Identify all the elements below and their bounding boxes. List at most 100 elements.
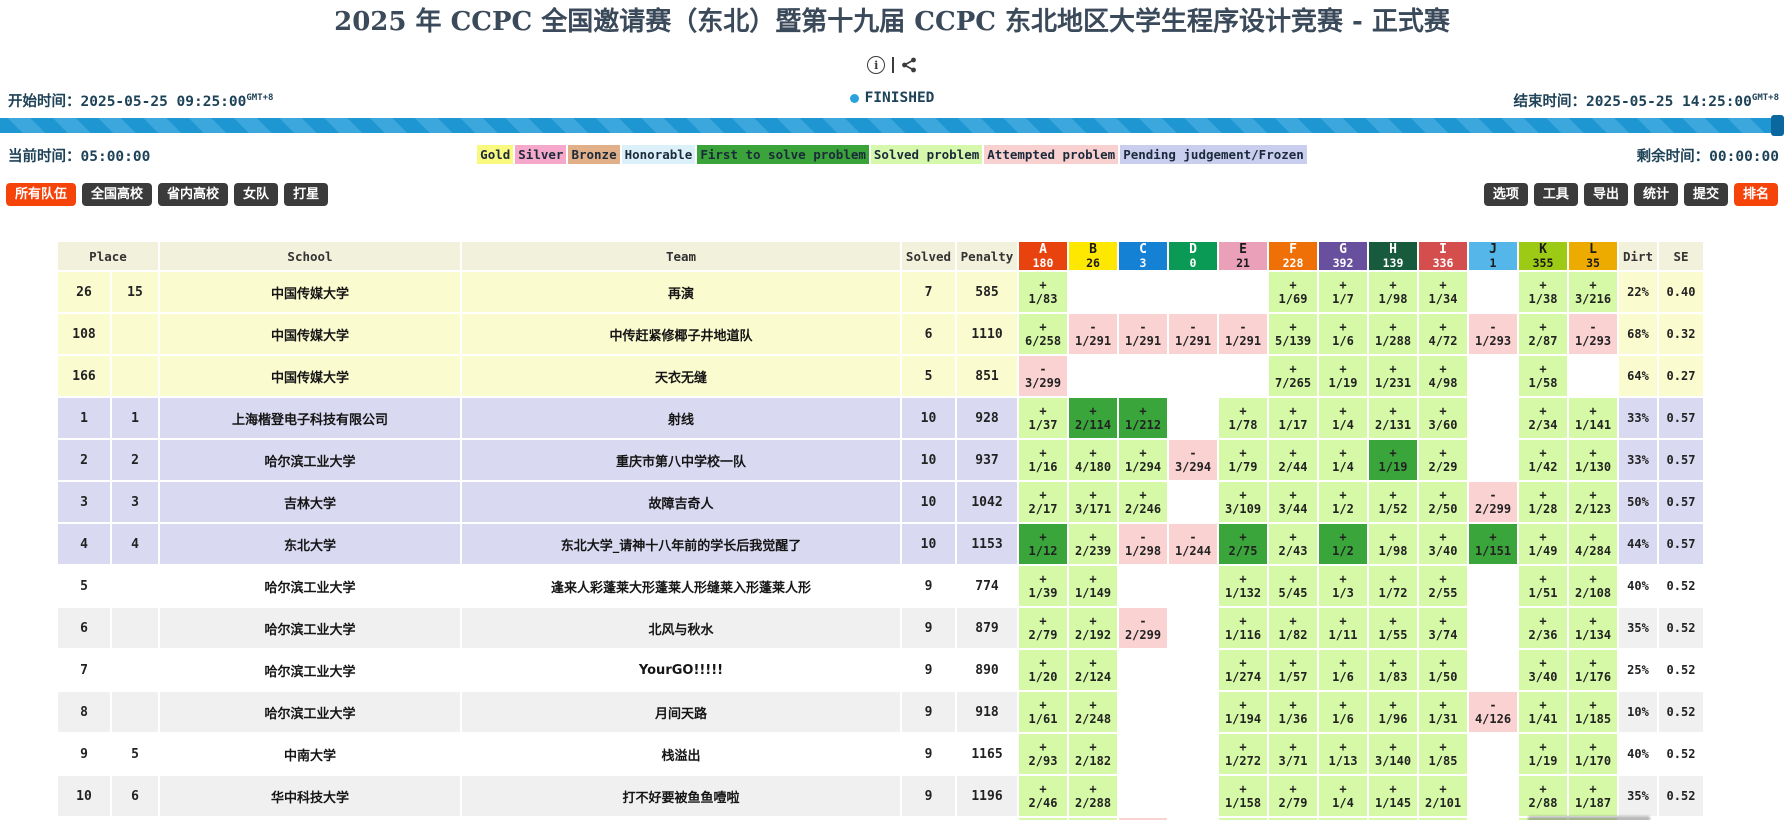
- problem-cell-C: [1119, 692, 1167, 732]
- filter-button[interactable]: 女队: [234, 183, 278, 206]
- dirt-cell: 35%: [1619, 776, 1657, 816]
- info-icon[interactable]: i: [867, 56, 885, 74]
- problem-cell-K: +1/28: [1519, 482, 1567, 522]
- problem-cell-B: +2/124: [1069, 650, 1117, 690]
- problem-cell-F: +1/36: [1269, 692, 1317, 732]
- se-cell: 0.32: [1659, 314, 1703, 354]
- problem-cell-A: +1/37: [1019, 398, 1067, 438]
- problem-cell-D: [1169, 566, 1217, 606]
- problem-cell-B: +2/288: [1069, 776, 1117, 816]
- team-row: 95中南大学栈溢出91165+2/93+2/182+1/272+3/71+1/1…: [58, 734, 1703, 774]
- school-cell: 哈尔滨工业大学: [160, 566, 460, 606]
- problem-cell-K: +1/58: [1519, 356, 1567, 396]
- problem-cell-L: +1/170: [1569, 734, 1617, 774]
- school-cell: 哈尔滨工业大学: [160, 440, 460, 480]
- problem-cell-L: +2/123: [1569, 482, 1617, 522]
- problem-cell-L: +1/130: [1569, 440, 1617, 480]
- se-cell: 0.52: [1659, 692, 1703, 732]
- col-header-problem-C: C3: [1119, 242, 1167, 270]
- team-cell[interactable]: 栈溢出: [462, 734, 900, 774]
- team-cell[interactable]: 北风与秋水: [462, 608, 900, 648]
- problem-cell-G: +1/4: [1319, 398, 1367, 438]
- team-cell[interactable]: 月间天路: [462, 692, 900, 732]
- col-header-problem-F: F228: [1269, 242, 1317, 270]
- progress-handle-icon[interactable]: [1771, 115, 1784, 136]
- problem-cell-B: +2/192: [1069, 608, 1117, 648]
- action-button[interactable]: 统计: [1634, 183, 1678, 206]
- school-rank-cell: [112, 608, 158, 648]
- col-header-problem-L: L35: [1569, 242, 1617, 270]
- contest-progress-bar[interactable]: [0, 118, 1784, 133]
- problem-cell-H: +1/288: [1369, 314, 1417, 354]
- solved-cell: 10: [902, 398, 955, 438]
- se-cell: 0.52: [1659, 776, 1703, 816]
- team-cell[interactable]: 逢来人彩蓬莱大形蓬莱人形缝莱入形蓬莱人形: [462, 566, 900, 606]
- problem-cell-A: -3/299: [1019, 356, 1067, 396]
- filter-button[interactable]: 所有队伍: [6, 183, 76, 206]
- action-button[interactable]: 排名: [1734, 183, 1778, 206]
- problem-cell-K: +3/40: [1519, 650, 1567, 690]
- school-rank-cell: [112, 356, 158, 396]
- solved-cell: 9: [902, 734, 955, 774]
- action-button[interactable]: 工具: [1534, 183, 1578, 206]
- problem-cell-F: +2/44: [1269, 440, 1317, 480]
- dirt-cell: 40%: [1619, 734, 1657, 774]
- team-cell[interactable]: 射线: [462, 398, 900, 438]
- penalty-cell: 918: [957, 692, 1017, 732]
- problem-cell-C: +2/246: [1119, 482, 1167, 522]
- legend-item: Honorable: [622, 145, 696, 164]
- team-cell[interactable]: YourGO!!!!!: [462, 650, 900, 690]
- action-button[interactable]: 选项: [1484, 183, 1528, 206]
- action-button[interactable]: 提交: [1684, 183, 1728, 206]
- problem-cell-A: +1/16: [1019, 440, 1067, 480]
- problem-cell-K: +1/42: [1519, 440, 1567, 480]
- team-row: 7哈尔滨工业大学YourGO!!!!!9890+1/20+2/124+1/274…: [58, 650, 1703, 690]
- place-cell: 8: [58, 692, 110, 732]
- team-cell[interactable]: 再演: [462, 272, 900, 312]
- dirt-cell: 22%: [1619, 272, 1657, 312]
- dirt-cell: 33%: [1619, 398, 1657, 438]
- place-cell: 10: [58, 776, 110, 816]
- se-cell: 0.27: [1659, 356, 1703, 396]
- share-icon[interactable]: [901, 57, 917, 73]
- action-buttons: 选项工具导出统计提交排名: [1484, 183, 1778, 206]
- legend-item: First to solve problem: [697, 145, 869, 164]
- penalty-cell: 774: [957, 566, 1017, 606]
- problem-cell-E: +1/194: [1219, 692, 1267, 732]
- problem-cell-D: [1169, 650, 1217, 690]
- filter-button[interactable]: 省内高校: [158, 183, 228, 206]
- solved-cell: 5: [902, 356, 955, 396]
- problem-cell-I: +3/40: [1419, 524, 1467, 564]
- dirt-cell: 50%: [1619, 482, 1657, 522]
- problem-cell-L: +1/134: [1569, 608, 1617, 648]
- team-cell[interactable]: 中传赶紧修椰子井地道队: [462, 314, 900, 354]
- penalty-cell: 928: [957, 398, 1017, 438]
- team-row: 106华中科技大学打不好要被鱼鱼噎啦91196+2/46+2/288+1/158…: [58, 776, 1703, 816]
- problem-cell-D: [1169, 692, 1217, 732]
- problem-cell-C: -2/299: [1119, 608, 1167, 648]
- problem-cell-J: [1469, 650, 1517, 690]
- team-cell[interactable]: 天衣无缝: [462, 356, 900, 396]
- team-cell[interactable]: 东北大学_请神十八年前的学长后我觉醒了: [462, 524, 900, 564]
- team-cell[interactable]: 故障吉奇人: [462, 482, 900, 522]
- dirt-cell: 35%: [1619, 608, 1657, 648]
- time-row: 开始时间：2025-05-25 09:25:00GMT+8 FINISHED 结…: [0, 90, 1784, 107]
- filter-button[interactable]: 打星: [284, 183, 328, 206]
- school-rank-cell: 5: [112, 734, 158, 774]
- problem-cell-D: [1169, 482, 1217, 522]
- problem-cell-C: -1/298: [1119, 524, 1167, 564]
- legend-item: Pending judgement/Frozen: [1120, 145, 1307, 164]
- problem-cell-G: +1/6: [1319, 692, 1367, 732]
- place-cell: 7: [58, 650, 110, 690]
- problem-cell-D: [1169, 272, 1217, 312]
- filter-button[interactable]: 全国高校: [82, 183, 152, 206]
- se-cell: 0.52: [1659, 566, 1703, 606]
- col-header-problem-H: H139: [1369, 242, 1417, 270]
- problem-cell-I: +2/29: [1419, 440, 1467, 480]
- team-cell[interactable]: 重庆市第八中学校一队: [462, 440, 900, 480]
- action-button[interactable]: 导出: [1584, 183, 1628, 206]
- team-cell[interactable]: 打不好要被鱼鱼噎啦: [462, 776, 900, 816]
- problem-cell-J: -2/299: [1469, 482, 1517, 522]
- problem-cell-D: [1169, 608, 1217, 648]
- place-cell: 3: [58, 482, 110, 522]
